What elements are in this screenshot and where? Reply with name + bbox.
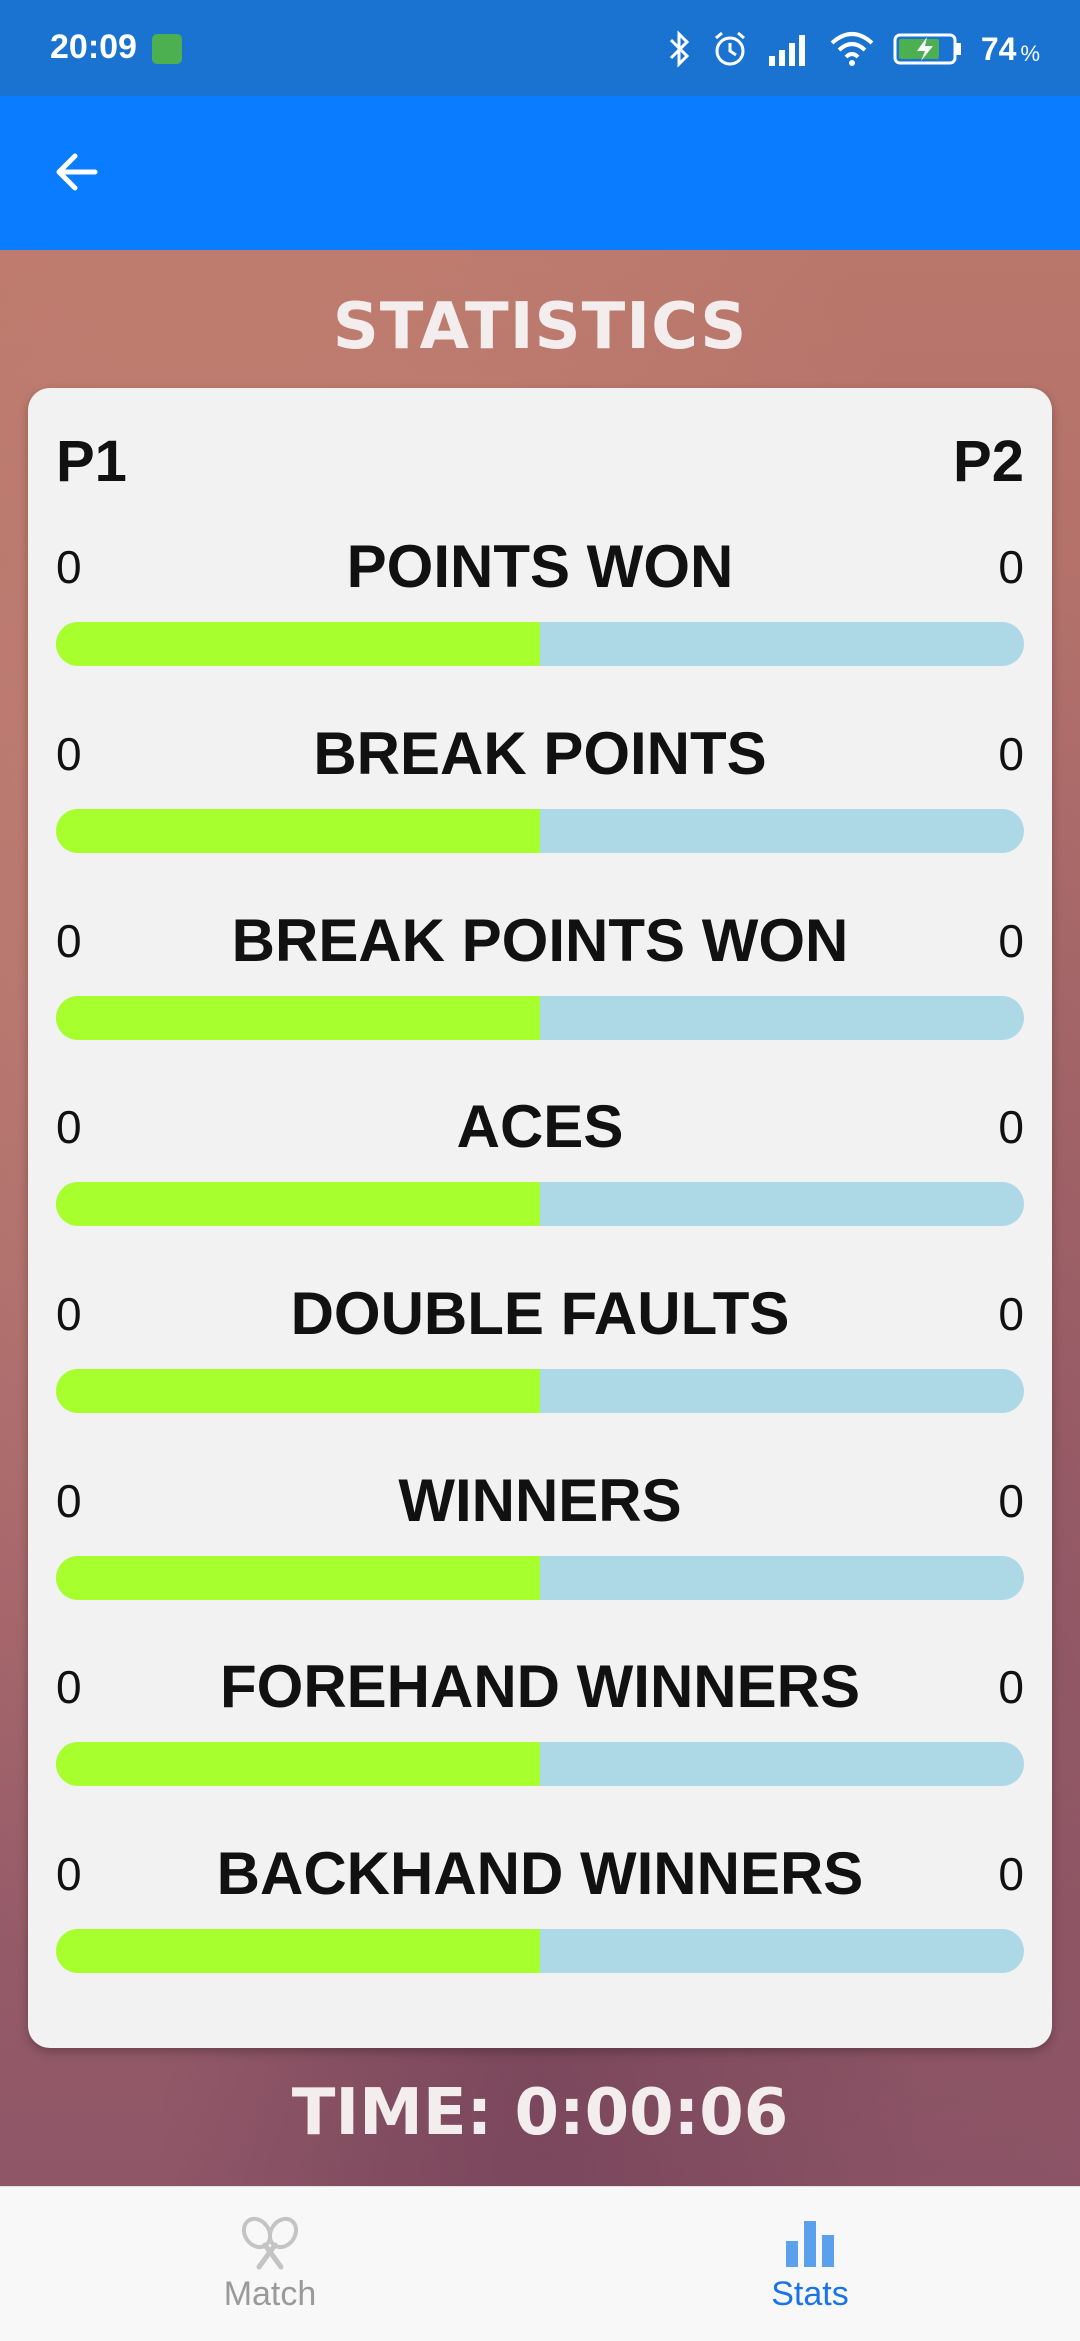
bar-chart-icon: [786, 2220, 834, 2267]
page-title: STATISTICS: [332, 290, 748, 364]
p1-bar-fill: [56, 996, 540, 1040]
stat-p2-value: 0: [998, 728, 1024, 780]
wifi-icon: [830, 32, 874, 66]
stat-p2-value: 0: [998, 1475, 1024, 1527]
status-bar: 20:09 74 %: [0, 0, 1080, 96]
match-timer: TIME: 0:00:06: [291, 2076, 789, 2150]
stat-label: WINNERS: [398, 1467, 682, 1534]
stat-p2-value: 0: [998, 1848, 1024, 1900]
stat-row-forehand-winners: 0 FOREHAND WINNERS 0: [56, 1646, 1024, 1832]
stat-comparison-bar: [56, 622, 1024, 666]
p1-bar-fill: [56, 1929, 540, 1973]
stat-p2-value: 0: [998, 1101, 1024, 1153]
nav-item-stats[interactable]: Stats: [540, 2187, 1080, 2341]
stat-label: FOREHAND WINNERS: [220, 1653, 860, 1720]
arrow-back-icon: [56, 153, 98, 191]
p1-bar-fill: [56, 1182, 540, 1226]
signal-icon: [768, 35, 805, 66]
tennis-rackets-icon: [241, 2216, 299, 2269]
stat-p2-value: 0: [998, 1288, 1024, 1340]
p1-bar-fill: [56, 1556, 540, 1600]
p1-bar-fill: [56, 809, 540, 853]
battery-percentage: 74: [980, 30, 1017, 67]
status-time: 20:09: [50, 28, 137, 66]
stat-row-break-points: 0 BREAK POINTS 0: [56, 713, 1024, 899]
stat-label: ACES: [456, 1093, 624, 1160]
nav-item-match[interactable]: Match: [0, 2187, 540, 2341]
nav-label-stats: Stats: [771, 2274, 849, 2313]
player1-header: P1: [56, 429, 127, 494]
p1-bar-fill: [56, 1742, 540, 1786]
battery-charging-icon: [893, 33, 961, 65]
p1-bar-fill: [56, 1369, 540, 1413]
battery-unit: %: [1020, 41, 1040, 66]
stat-row-double-faults: 0 DOUBLE FAULTS 0: [56, 1273, 1024, 1459]
stat-label: BREAK POINTS WON: [231, 907, 849, 974]
stat-comparison-bar: [56, 809, 1024, 853]
stat-comparison-bar: [56, 1369, 1024, 1413]
stat-row-points-won: 0 POINTS WON 0: [56, 526, 1024, 712]
stat-p2-value: 0: [998, 1661, 1024, 1713]
stat-row-backhand-winners: 0 BACKHAND WINNERS 0: [56, 1833, 1024, 2019]
back-button[interactable]: [36, 132, 116, 212]
stat-comparison-bar: [56, 1742, 1024, 1786]
stat-row-winners: 0 WINNERS 0: [56, 1460, 1024, 1646]
stat-label: BACKHAND WINNERS: [216, 1840, 864, 1907]
stat-label: BREAK POINTS: [313, 720, 767, 787]
stat-comparison-bar: [56, 1556, 1024, 1600]
bottom-navigation: Match Stats: [0, 2186, 1080, 2341]
stat-row-aces: 0 ACES 0: [56, 1086, 1024, 1272]
stat-comparison-bar: [56, 996, 1024, 1040]
stat-p2-value: 0: [998, 915, 1024, 967]
status-icons: 74 %: [667, 24, 1040, 74]
stat-comparison-bar: [56, 1929, 1024, 1973]
app-bar: [0, 96, 1080, 250]
notification-app-icon: [152, 34, 182, 64]
stats-card: P1 P2 0 POINTS WON 0 0 BREAK POINTS 0 0 …: [28, 388, 1052, 2048]
stat-comparison-bar: [56, 1182, 1024, 1226]
alarm-icon: [714, 31, 745, 66]
stat-p2-value: 0: [998, 541, 1024, 593]
player2-header: P2: [953, 429, 1024, 494]
stat-label: DOUBLE FAULTS: [290, 1280, 790, 1347]
nav-label-match: Match: [223, 2274, 317, 2313]
stat-label: POINTS WON: [346, 533, 734, 600]
p1-bar-fill: [56, 622, 540, 666]
stat-row-break-points-won: 0 BREAK POINTS WON 0: [56, 900, 1024, 1086]
bluetooth-icon: [669, 30, 689, 68]
